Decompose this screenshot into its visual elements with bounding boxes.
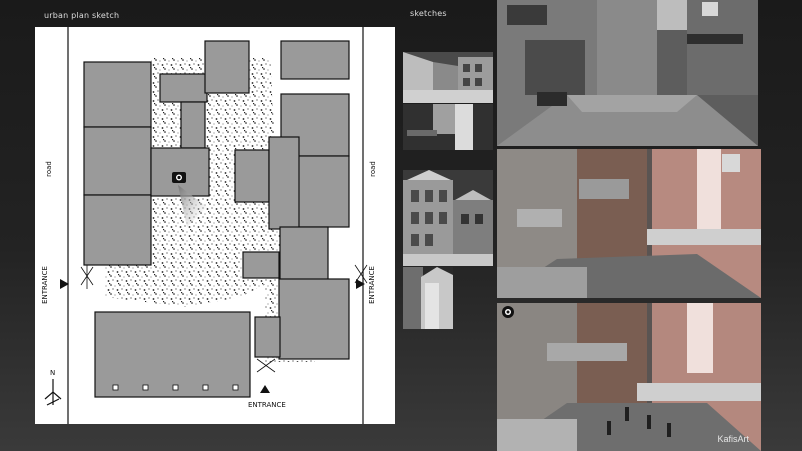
sketch-thumb-4[interactable]	[403, 267, 453, 329]
sketch-thumb-1[interactable]	[403, 52, 493, 103]
entrance-left-label: ENTRANCE	[40, 266, 49, 304]
sketch-thumb-3[interactable]	[403, 170, 493, 266]
render-courtyard-view[interactable]	[497, 149, 761, 298]
entrance-right-label: ENTRANCE	[367, 266, 376, 304]
north-arrow-icon	[44, 379, 62, 406]
artist-credit: KafisArt	[717, 434, 749, 444]
north-label: N	[50, 369, 56, 377]
road-left-label: road	[44, 161, 53, 177]
road-right-label: road	[368, 161, 377, 177]
render-alley-view[interactable]	[497, 0, 758, 146]
plan-title: urban plan sketch	[44, 11, 120, 20]
plan-drawing	[44, 27, 368, 424]
urban-plan-sheet: road road ENTRANCE ENTRANCE ENTRANCE N	[35, 27, 395, 424]
camera-icon	[172, 172, 186, 183]
render-street-view[interactable]: KafisArt	[497, 303, 761, 451]
camera-icon	[502, 306, 514, 318]
entrance-bottom-label: ENTRANCE	[248, 401, 286, 409]
sketch-thumb-2[interactable]	[403, 104, 493, 150]
sketches-title: sketches	[410, 9, 447, 18]
